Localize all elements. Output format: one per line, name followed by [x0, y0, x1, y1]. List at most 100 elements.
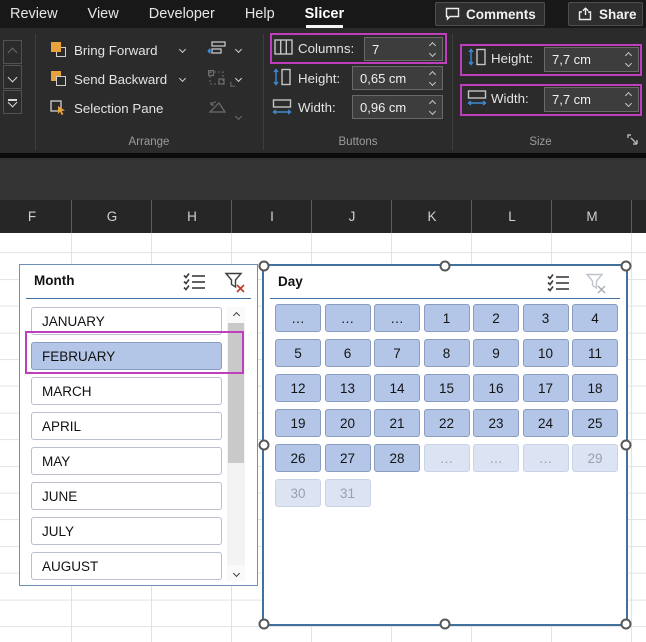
tab-developer[interactable]: Developer: [149, 0, 215, 28]
column-header-M[interactable]: M: [552, 200, 632, 233]
day-button-5[interactable]: 5: [275, 339, 321, 367]
scroll-up-button[interactable]: [227, 307, 245, 323]
send-backward-dropdown-icon[interactable]: [179, 75, 186, 82]
day-button-2[interactable]: 2: [473, 304, 519, 332]
month-item-april[interactable]: APRIL: [31, 412, 222, 440]
month-item-june[interactable]: JUNE: [31, 482, 222, 510]
resize-handle[interactable]: [621, 440, 632, 451]
day-button-18[interactable]: 18: [572, 374, 618, 402]
sheet-grid[interactable]: Month JANUARYFEBRUARYMARCHAPRILMAYJUNEJU…: [0, 233, 646, 642]
day-button-17[interactable]: 17: [523, 374, 569, 402]
tab-help[interactable]: Help: [245, 0, 275, 28]
button-height-input[interactable]: 0,65 cm: [352, 66, 443, 90]
month-item-august[interactable]: AUGUST: [31, 552, 222, 580]
scroll-down-button[interactable]: [227, 565, 245, 581]
day-button-…[interactable]: …: [424, 444, 470, 472]
day-button-12[interactable]: 12: [275, 374, 321, 402]
tab-slicer[interactable]: Slicer: [305, 0, 345, 28]
day-button-30[interactable]: 30: [275, 479, 321, 507]
resize-handle[interactable]: [259, 619, 270, 630]
bring-forward-button[interactable]: Bring Forward: [50, 40, 158, 60]
selection-pane-button[interactable]: Selection Pane: [50, 98, 163, 118]
gallery-scroll-up-button[interactable]: [3, 40, 22, 64]
day-button-19[interactable]: 19: [275, 409, 321, 437]
resize-handle[interactable]: [621, 261, 632, 272]
month-slicer[interactable]: Month JANUARYFEBRUARYMARCHAPRILMAYJUNEJU…: [19, 264, 258, 586]
size-height-spinner[interactable]: [622, 48, 635, 71]
align-dropdown-icon[interactable]: [235, 46, 242, 53]
day-button-26[interactable]: 26: [275, 444, 321, 472]
group-objects-button[interactable]: [208, 70, 226, 86]
column-header-G[interactable]: G: [72, 200, 152, 233]
day-button-9[interactable]: 9: [473, 339, 519, 367]
month-item-july[interactable]: JULY: [31, 517, 222, 545]
day-button-…[interactable]: …: [374, 304, 420, 332]
column-headers[interactable]: FGHIJKLM: [0, 200, 646, 233]
month-item-may[interactable]: MAY: [31, 447, 222, 475]
day-button-15[interactable]: 15: [424, 374, 470, 402]
column-header-K[interactable]: K: [392, 200, 472, 233]
day-button-7[interactable]: 7: [374, 339, 420, 367]
day-button-…[interactable]: …: [275, 304, 321, 332]
multi-select-icon[interactable]: [183, 272, 207, 292]
size-width-spinner[interactable]: [622, 88, 635, 111]
day-button-4[interactable]: 4: [572, 304, 618, 332]
size-width-input[interactable]: 7,7 cm: [544, 87, 639, 112]
day-button-…[interactable]: …: [325, 304, 371, 332]
share-button[interactable]: Share: [568, 2, 643, 26]
resize-handle[interactable]: [621, 619, 632, 630]
gallery-scroll-down-button[interactable]: [3, 65, 22, 89]
button-height-spinner[interactable]: [426, 67, 439, 89]
size-height-input[interactable]: 7,7 cm: [544, 47, 639, 72]
day-button-27[interactable]: 27: [325, 444, 371, 472]
resize-handle[interactable]: [259, 261, 270, 272]
column-header-F[interactable]: F: [0, 200, 72, 233]
day-button-11[interactable]: 11: [572, 339, 618, 367]
day-button-1[interactable]: 1: [424, 304, 470, 332]
button-width-spinner[interactable]: [426, 96, 439, 118]
day-button-28[interactable]: 28: [374, 444, 420, 472]
day-button-16[interactable]: 16: [473, 374, 519, 402]
tab-view[interactable]: View: [88, 0, 119, 28]
resize-handle[interactable]: [440, 261, 451, 272]
day-button-31[interactable]: 31: [325, 479, 371, 507]
clear-filter-icon[interactable]: [223, 272, 247, 292]
day-button-25[interactable]: 25: [572, 409, 618, 437]
tab-review[interactable]: Review: [10, 0, 58, 28]
column-header-H[interactable]: H: [152, 200, 232, 233]
month-item-january[interactable]: JANUARY: [31, 307, 222, 335]
day-button-23[interactable]: 23: [473, 409, 519, 437]
columns-input[interactable]: 7: [364, 37, 443, 61]
day-button-3[interactable]: 3: [523, 304, 569, 332]
scrollbar-thumb[interactable]: [228, 323, 244, 463]
send-backward-button[interactable]: Send Backward: [50, 69, 167, 89]
resize-handle[interactable]: [440, 619, 451, 630]
align-button[interactable]: [207, 41, 227, 57]
size-dialog-launcher-icon[interactable]: [627, 134, 640, 147]
month-slicer-scrollbar[interactable]: [227, 307, 245, 581]
day-button-10[interactable]: 10: [523, 339, 569, 367]
day-button-6[interactable]: 6: [325, 339, 371, 367]
column-header-L[interactable]: L: [472, 200, 552, 233]
day-slicer[interactable]: Day ………123456789101112131415161718192021…: [262, 264, 628, 626]
resize-handle[interactable]: [259, 440, 270, 451]
columns-spinner[interactable]: [426, 38, 439, 60]
month-item-february[interactable]: FEBRUARY: [31, 342, 222, 370]
day-button-22[interactable]: 22: [424, 409, 470, 437]
day-button-…[interactable]: …: [473, 444, 519, 472]
gallery-more-button[interactable]: [3, 90, 22, 114]
day-button-…[interactable]: …: [523, 444, 569, 472]
multi-select-icon[interactable]: [547, 273, 571, 293]
comments-button[interactable]: Comments: [435, 2, 545, 26]
bring-forward-dropdown-icon[interactable]: [179, 46, 186, 53]
rotate-button[interactable]: [208, 100, 228, 115]
column-header-J[interactable]: J: [312, 200, 392, 233]
day-button-20[interactable]: 20: [325, 409, 371, 437]
column-header-I[interactable]: I: [232, 200, 312, 233]
day-button-24[interactable]: 24: [523, 409, 569, 437]
day-button-14[interactable]: 14: [374, 374, 420, 402]
month-item-march[interactable]: MARCH: [31, 377, 222, 405]
day-button-8[interactable]: 8: [424, 339, 470, 367]
day-button-29[interactable]: 29: [572, 444, 618, 472]
day-button-21[interactable]: 21: [374, 409, 420, 437]
